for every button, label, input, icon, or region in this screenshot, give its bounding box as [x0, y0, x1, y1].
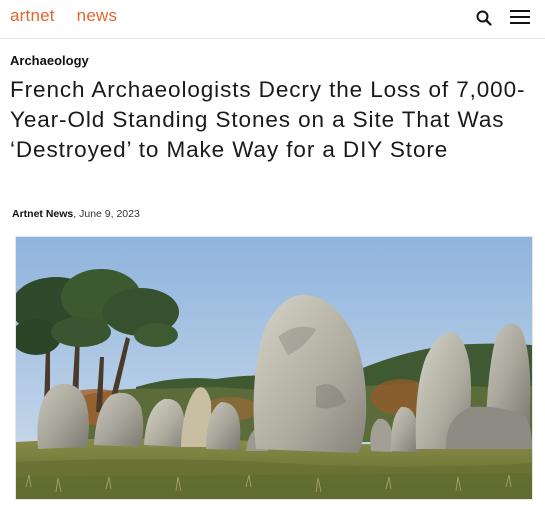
article-hero-image: [15, 236, 533, 500]
artnet-news-logo[interactable]: artnet news: [10, 6, 117, 26]
byline: Artnet News, June 9, 2023: [12, 208, 140, 220]
hamburger-menu-icon[interactable]: [510, 9, 532, 27]
logo-word-artnet: artnet: [10, 6, 55, 25]
top-navigation-bar: artnet news: [0, 0, 545, 39]
logo-word-news: news: [76, 6, 118, 25]
article-title: French Archaeologists Decry the Loss of …: [10, 77, 526, 162]
article-category[interactable]: Archaeology: [10, 53, 89, 68]
publish-date: , June 9, 2023: [73, 208, 140, 220]
author-link[interactable]: Artnet News: [12, 208, 73, 220]
search-icon[interactable]: [475, 9, 493, 27]
